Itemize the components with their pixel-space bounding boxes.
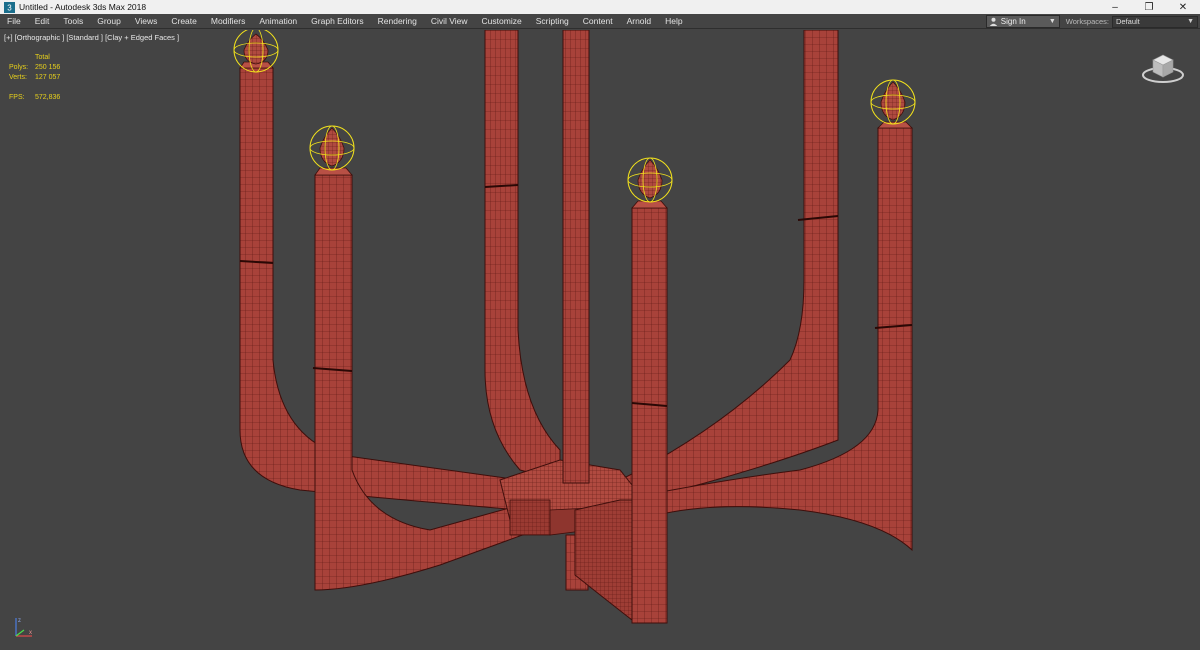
stats-total-label: Total: [35, 54, 50, 61]
stats-fps-value: 572,836: [35, 94, 61, 101]
user-icon: [987, 16, 1001, 27]
stats-verts-row: Verts: 127 057: [9, 73, 60, 83]
stats-fps-row: FPS: 572,836: [9, 93, 60, 103]
menu-help[interactable]: Help: [658, 14, 689, 29]
sign-in-dropdown[interactable]: Sign In ▼: [985, 15, 1060, 28]
restore-icon: ❐: [1144, 1, 1154, 13]
statistics-overlay: Total Polys: 250 156 Verts: 127 057 FPS:…: [9, 53, 60, 103]
viewcube-icon[interactable]: [1140, 48, 1186, 90]
menu-group[interactable]: Group: [90, 14, 128, 29]
menu-file[interactable]: File: [0, 14, 28, 29]
caret-down-icon: ▼: [1187, 17, 1194, 25]
arm-front-right: [574, 499, 633, 622]
perspective-viewport[interactable]: [+] [Orthographic ] [Standard ] [Clay + …: [0, 30, 1200, 650]
menu-customize[interactable]: Customize: [475, 14, 529, 29]
chandelier-model[interactable]: [0, 30, 1200, 650]
stats-fps-label: FPS:: [9, 94, 25, 101]
svg-text:3: 3: [7, 3, 12, 12]
menu-rendering[interactable]: Rendering: [371, 14, 424, 29]
front-center-post: [631, 200, 668, 624]
menu-arnold[interactable]: Arnold: [620, 14, 659, 29]
arm-far-left: [239, 61, 521, 511]
workspaces-label: Workspaces:: [1065, 17, 1109, 26]
stats-polys-label: Polys:: [9, 64, 29, 71]
caret-down-icon: ▼: [1048, 18, 1056, 25]
window-title: Untitled - Autodesk 3ds Max 2018: [19, 2, 147, 12]
menu-bar: File Edit Tools Group Views Create Modif…: [0, 14, 1200, 29]
menu-animation[interactable]: Animation: [252, 14, 304, 29]
sign-in-label: Sign In: [1000, 17, 1026, 26]
title-bar: 3 Untitled - Autodesk 3ds Max 2018 – ❐ ✕: [0, 0, 1200, 14]
back-arm-left: [484, 30, 561, 481]
flame-front-left[interactable]: [309, 125, 355, 171]
restore-button[interactable]: ❐: [1132, 0, 1166, 14]
central-pole: [562, 30, 590, 484]
workspace-value: Default: [1116, 17, 1140, 26]
axis-tripod-icon: z x: [12, 614, 38, 642]
minimize-icon: –: [1112, 1, 1118, 13]
menu-scripting[interactable]: Scripting: [529, 14, 576, 29]
menu-edit[interactable]: Edit: [28, 14, 57, 29]
menu-graph-editors[interactable]: Graph Editors: [304, 14, 370, 29]
menu-modifiers[interactable]: Modifiers: [204, 14, 252, 29]
svg-text:x: x: [29, 630, 32, 636]
menu-tools[interactable]: Tools: [56, 14, 90, 29]
close-button[interactable]: ✕: [1166, 0, 1200, 14]
stats-polys-value: 250 156: [35, 64, 61, 71]
viewport-label-menu[interactable]: [+] [Orthographic ] [Standard ] [Clay + …: [4, 33, 179, 42]
menu-civil-view[interactable]: Civil View: [424, 14, 475, 29]
stats-verts-value: 127 057: [35, 74, 61, 81]
menu-views[interactable]: Views: [128, 14, 165, 29]
3ds-max-logo-icon: 3: [3, 1, 15, 13]
stats-polys-row: Polys: 250 156: [9, 63, 60, 73]
flame-far-right[interactable]: [870, 79, 916, 125]
workspace-select[interactable]: Default ▼: [1112, 15, 1198, 28]
stats-verts-label: Verts:: [9, 74, 27, 81]
menu-create[interactable]: Create: [164, 14, 204, 29]
close-icon: ✕: [1178, 1, 1188, 13]
flame-front-center[interactable]: [627, 157, 673, 203]
menu-content[interactable]: Content: [576, 14, 620, 29]
minimize-button[interactable]: –: [1098, 0, 1132, 14]
svg-text:z: z: [18, 618, 21, 624]
